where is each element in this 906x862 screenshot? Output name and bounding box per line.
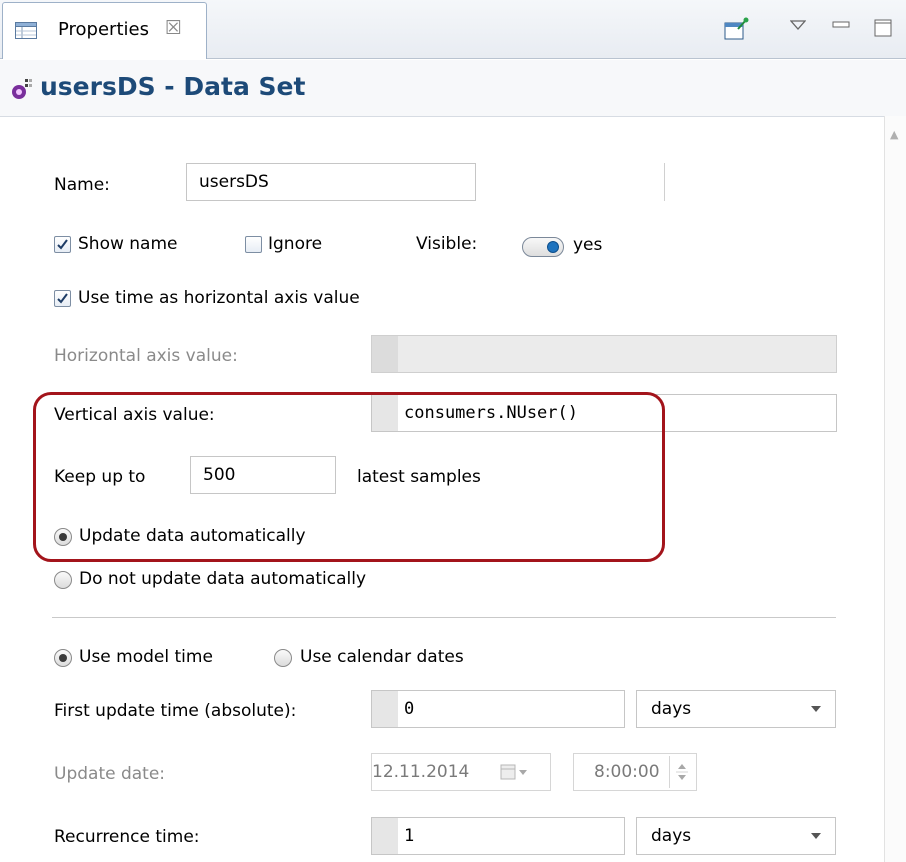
tab-properties[interactable]: Properties ☒ [2, 2, 207, 59]
highlight-annotation [33, 392, 665, 562]
visible-value: yes [573, 235, 603, 255]
recurrence-field[interactable]: 1 [371, 817, 625, 855]
page-title: usersDS - Data Set [40, 72, 306, 101]
check-icon [57, 239, 68, 250]
section-divider [52, 617, 836, 618]
use-time-label: Use time as horizontal axis value [78, 288, 360, 308]
field-gutter [372, 336, 398, 372]
pin-icon[interactable] [724, 17, 750, 41]
toggle-knob [547, 241, 559, 253]
use-time-checkbox[interactable] [54, 290, 71, 307]
scroll-up-icon[interactable]: ▲ [890, 128, 898, 141]
field-gutter [372, 691, 398, 727]
calendar-icon [500, 764, 527, 780]
ignore-checkbox[interactable] [245, 236, 262, 253]
recurrence-unit-select[interactable]: days [636, 817, 836, 855]
no-update-radio[interactable] [54, 571, 72, 589]
calendar-dates-radio[interactable] [274, 649, 292, 667]
model-time-label: Use model time [79, 647, 213, 667]
update-time-field: 8:00:00 [573, 753, 697, 791]
no-update-label: Do not update data automatically [79, 569, 367, 589]
properties-icon [15, 22, 37, 39]
update-date-field: 12.11.2014 [371, 753, 551, 791]
visible-label: Visible: [416, 234, 478, 254]
first-update-unit-select[interactable]: days [636, 690, 836, 728]
tab-label: Properties [58, 19, 149, 40]
first-update-field[interactable]: 0 [371, 690, 625, 728]
show-name-label: Show name [78, 234, 178, 254]
name-label: Name: [54, 175, 110, 195]
maximize-icon[interactable] [874, 19, 892, 37]
model-time-radio[interactable] [54, 649, 72, 667]
name-field[interactable]: usersDS [186, 163, 476, 201]
dropdown-arrow-icon [811, 833, 821, 839]
first-update-label: First update time (absolute): [54, 701, 297, 721]
horizontal-axis-field [371, 335, 837, 373]
field-gutter [372, 818, 398, 854]
ignore-label: Ignore [268, 234, 323, 254]
spinner-arrows-icon [676, 764, 688, 780]
calendar-dates-label: Use calendar dates [300, 647, 464, 667]
horizontal-axis-label: Horizontal axis value: [54, 346, 238, 366]
properties-header: usersDS - Data Set [0, 60, 906, 117]
close-icon[interactable]: ☒ [165, 17, 182, 39]
dropdown-arrow-icon [811, 706, 821, 712]
recurrence-label: Recurrence time: [54, 827, 200, 847]
time-spinner [669, 756, 694, 788]
minimize-icon[interactable] [832, 20, 850, 30]
first-update-value: 0 [404, 699, 415, 719]
check-icon [57, 293, 68, 304]
view-menu-icon[interactable] [790, 19, 806, 31]
field-divider [664, 163, 665, 201]
visible-toggle[interactable] [522, 237, 564, 257]
dataset-icon [12, 79, 32, 99]
vertical-scrollbar[interactable] [884, 116, 906, 862]
show-name-checkbox[interactable] [54, 236, 71, 253]
radio-dot [59, 654, 67, 662]
recurrence-value: 1 [404, 826, 415, 846]
update-date-label: Update date: [54, 764, 166, 784]
view-tab-bar: Properties ☒ [0, 0, 906, 59]
